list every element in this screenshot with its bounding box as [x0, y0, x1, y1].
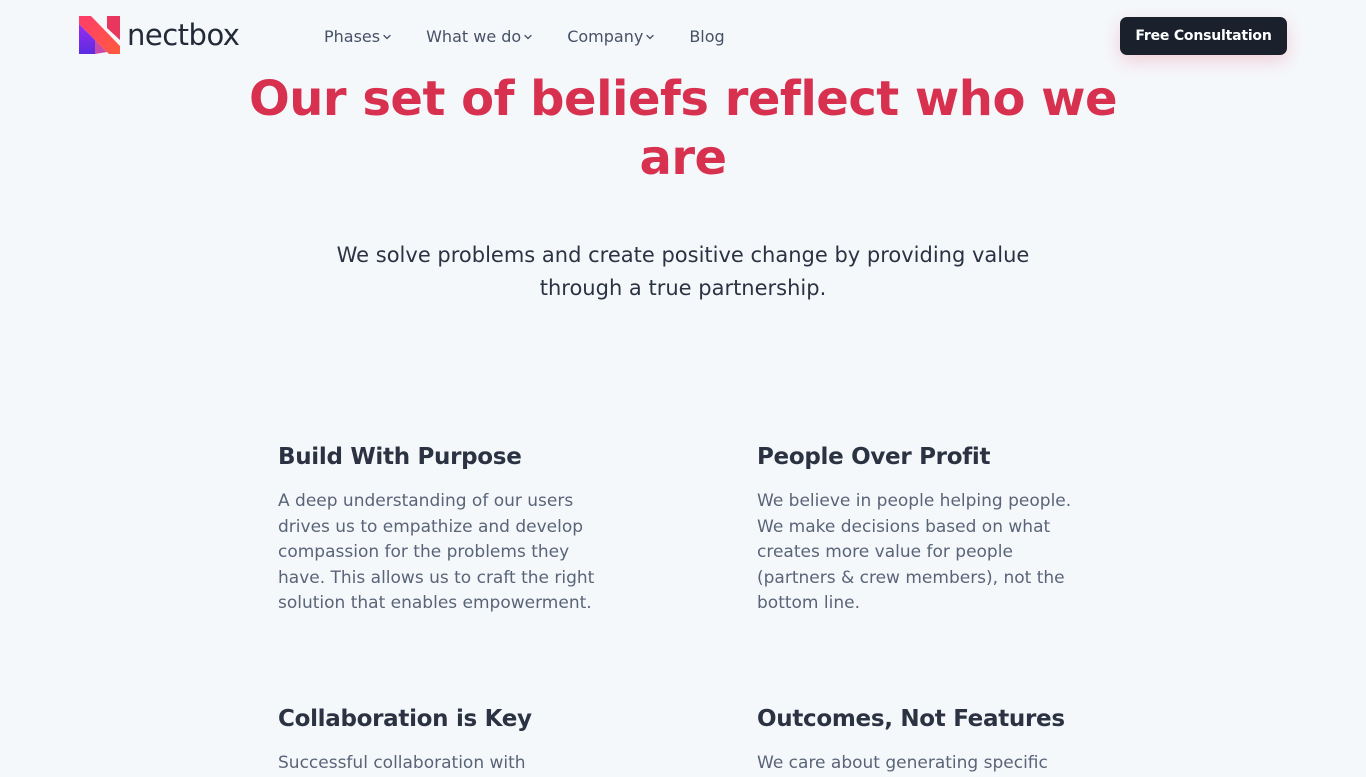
belief-title: Build With Purpose	[278, 444, 522, 470]
chevron-down-icon	[383, 34, 391, 40]
belief-title: Outcomes, Not Features	[757, 706, 1065, 732]
nectbox-logo-icon	[79, 16, 120, 54]
chevron-down-icon	[524, 34, 532, 40]
nav-item-label: Company	[567, 26, 644, 46]
brand-name: nectbox	[127, 18, 240, 52]
belief-card: Build With Purpose A deep understanding …	[278, 442, 608, 617]
nav-item-what-we-do[interactable]: What we do	[426, 27, 532, 46]
site-header: nectbox Phases What we do Company Blog F…	[0, 0, 1366, 72]
nav-item-label: What we do	[426, 26, 522, 46]
belief-text: A deep understanding of our users drives…	[278, 491, 595, 613]
belief-card: Outcomes, Not Features We care about gen…	[757, 704, 1087, 777]
brand-logo[interactable]: nectbox	[79, 16, 240, 54]
chevron-down-icon	[646, 34, 654, 40]
belief-title: People Over Profit	[757, 444, 991, 470]
belief-text: We believe in people helping people. We …	[757, 491, 1072, 613]
belief-text: We care about generating specific	[757, 753, 1048, 773]
nav-item-phases[interactable]: Phases	[324, 27, 391, 46]
nav-item-label: Blog	[689, 26, 725, 46]
page-title: Our set of beliefs reflect who we are	[248, 71, 1118, 186]
main-nav: Phases What we do Company Blog	[324, 24, 725, 48]
belief-card: Collaboration is Key Successful collabor…	[278, 704, 608, 777]
nav-item-label: Phases	[324, 26, 381, 46]
belief-text: Successful collaboration with	[278, 753, 526, 773]
belief-card: People Over Profit We believe in people …	[757, 442, 1087, 617]
belief-title: Collaboration is Key	[278, 706, 532, 732]
hero-subtitle: We solve problems and create positive ch…	[336, 243, 1030, 300]
nav-item-blog[interactable]: Blog	[689, 27, 724, 46]
free-consultation-button[interactable]: Free Consultation	[1120, 17, 1287, 55]
nav-item-company[interactable]: Company	[567, 27, 654, 46]
